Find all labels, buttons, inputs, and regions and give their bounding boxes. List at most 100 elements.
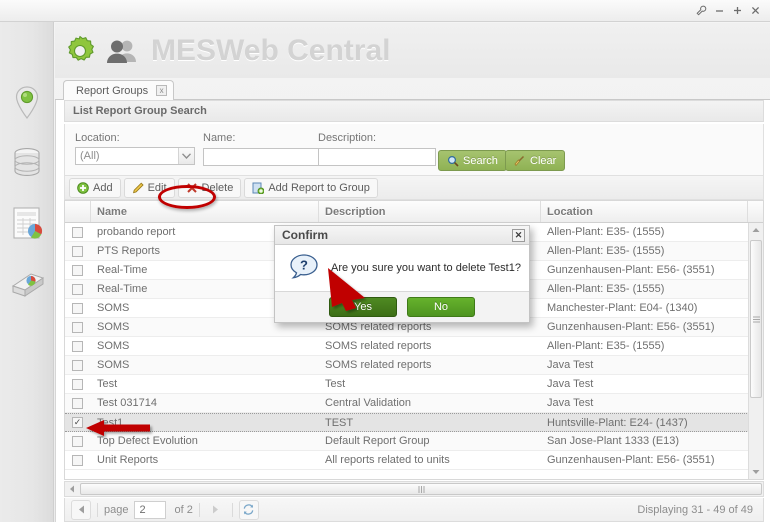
cell-description: SOMS related reports <box>325 340 432 352</box>
row-checkbox-cell <box>65 321 91 333</box>
cell-name: Test <box>97 378 118 390</box>
users-icon <box>107 40 136 63</box>
row-checkbox-cell <box>65 359 91 371</box>
edit-button[interactable]: Edit <box>123 177 175 198</box>
edit-button-label: Edit <box>147 181 167 194</box>
report-chart-icon <box>13 207 43 239</box>
table-row[interactable]: Top Defect Evolution Default Report Group… <box>65 432 763 451</box>
application-window: MESWeb Central Report Groups x List Repo… <box>0 0 770 522</box>
row-checkbox[interactable] <box>72 264 83 276</box>
clear-button[interactable]: Clear <box>505 150 566 171</box>
cell-location: Huntsville-Plant: E24- (1437) <box>547 416 688 429</box>
cell-location: Manchester-Plant: E04- (1340) <box>547 302 698 314</box>
delete-button[interactable]: Delete <box>177 177 242 198</box>
wrench-icon[interactable] <box>693 3 709 19</box>
tab-strip: Report Groups x <box>55 78 770 100</box>
grid-header-row: Name Description Location <box>65 201 763 223</box>
name-label: Name: <box>203 132 236 144</box>
name-input[interactable] <box>203 148 321 166</box>
svg-text:?: ? <box>300 258 308 273</box>
row-checkbox[interactable] <box>72 340 83 352</box>
next-page-button[interactable] <box>206 500 226 520</box>
add-report-to-group-label: Add Report to Group <box>268 181 370 194</box>
cell-location: Allen-Plant: E35- (1555) <box>547 226 665 238</box>
column-header-description[interactable]: Description <box>319 201 541 222</box>
refresh-button[interactable] <box>238 499 259 520</box>
row-checkbox[interactable] <box>72 245 83 257</box>
row-checkbox[interactable] <box>72 359 83 371</box>
search-button-label: Search <box>463 154 498 167</box>
cell-description: Central Validation <box>325 397 412 409</box>
row-checkbox-cell <box>65 245 91 257</box>
table-row[interactable]: ✓ Test1 TEST Huntsville-Plant: E24- (1437) <box>65 413 763 432</box>
close-icon[interactable] <box>747 3 763 19</box>
pager-divider-2 <box>198 502 200 517</box>
report-stack-icon <box>11 273 45 297</box>
row-checkbox[interactable] <box>72 435 83 447</box>
page-title: MESWeb Central <box>151 33 391 67</box>
cell-location: Allen-Plant: E35- (1555) <box>547 245 665 257</box>
sidebar-item-report-groups[interactable] <box>9 262 47 304</box>
scroll-up-icon[interactable] <box>749 223 763 237</box>
row-checkbox[interactable] <box>72 283 83 295</box>
window-title-bar <box>0 0 770 22</box>
vertical-scroll-thumb[interactable] <box>750 240 762 398</box>
sidebar-item-locations[interactable] <box>9 84 47 126</box>
minimize-icon[interactable] <box>711 3 727 19</box>
row-checkbox[interactable] <box>72 321 83 333</box>
row-checkbox[interactable] <box>72 226 83 238</box>
table-row[interactable]: Test 031714 Central Validation Java Test <box>65 394 763 413</box>
database-icon <box>14 148 40 176</box>
table-row[interactable]: Unit Reports All reports related to units… <box>65 451 763 470</box>
grid-horizontal-scrollbar[interactable] <box>64 481 764 497</box>
column-header-name[interactable]: Name <box>91 201 319 222</box>
previous-page-button[interactable] <box>71 499 91 520</box>
horizontal-scroll-thumb[interactable] <box>80 483 762 495</box>
add-button[interactable]: Add <box>69 177 121 198</box>
grid-vertical-scrollbar[interactable] <box>748 223 763 479</box>
row-checkbox-cell <box>65 340 91 352</box>
page-label: page <box>104 503 129 516</box>
pencil-icon <box>132 182 144 193</box>
row-checkbox-checked[interactable]: ✓ <box>72 417 83 428</box>
table-row[interactable]: SOMS SOMS related reports Java Test <box>65 356 763 375</box>
description-field: Description: <box>318 132 436 166</box>
description-label: Description: <box>318 132 377 144</box>
scroll-left-icon[interactable] <box>65 482 79 496</box>
row-checkbox[interactable] <box>72 397 83 409</box>
page-number-input[interactable] <box>134 500 167 519</box>
row-checkbox[interactable] <box>72 454 83 466</box>
table-row[interactable]: SOMS SOMS related reports Allen-Plant: E35… <box>65 337 763 356</box>
row-checkbox[interactable] <box>72 378 83 390</box>
tab-label: Report Groups <box>76 84 149 97</box>
row-checkbox-cell <box>65 302 91 314</box>
tab-report-groups[interactable]: Report Groups x <box>63 80 175 100</box>
description-input[interactable] <box>318 148 436 166</box>
chevron-down-icon[interactable] <box>178 148 194 164</box>
row-checkbox-cell <box>65 264 91 276</box>
dialog-body: ? Are you sure you want to delete Test1? <box>275 245 529 292</box>
cell-location: Allen-Plant: E35- (1555) <box>547 340 665 352</box>
cell-name: Top Defect Evolution <box>97 435 198 447</box>
column-header-checkbox[interactable] <box>65 201 91 222</box>
sidebar-item-data[interactable] <box>9 144 47 186</box>
row-checkbox-cell <box>65 435 91 447</box>
tab-close-icon[interactable]: x <box>156 85 168 96</box>
search-button[interactable]: Search <box>438 150 507 171</box>
location-select[interactable]: (All) <box>75 147 195 165</box>
magnifier-icon <box>447 155 459 167</box>
scroll-down-icon[interactable] <box>749 465 763 479</box>
row-checkbox[interactable] <box>72 302 83 314</box>
dialog-yes-button[interactable]: Yes <box>329 297 397 317</box>
search-form: Location: (All) Name: Description: Searc… <box>64 124 764 176</box>
add-report-to-group-button[interactable]: Add Report to Group <box>244 177 378 198</box>
pagination-status: Displaying 31 - 49 of 49 <box>637 503 753 516</box>
sidebar-item-reports[interactable] <box>9 204 47 246</box>
cell-description: SOMS related reports <box>325 359 432 371</box>
column-header-location[interactable]: Location <box>541 201 748 222</box>
cell-name: Test1 <box>97 416 124 429</box>
maximize-icon[interactable] <box>729 3 745 19</box>
dialog-close-icon[interactable]: ✕ <box>512 228 525 242</box>
table-row[interactable]: Test Test Java Test <box>65 375 763 394</box>
dialog-no-button[interactable]: No <box>407 297 475 317</box>
